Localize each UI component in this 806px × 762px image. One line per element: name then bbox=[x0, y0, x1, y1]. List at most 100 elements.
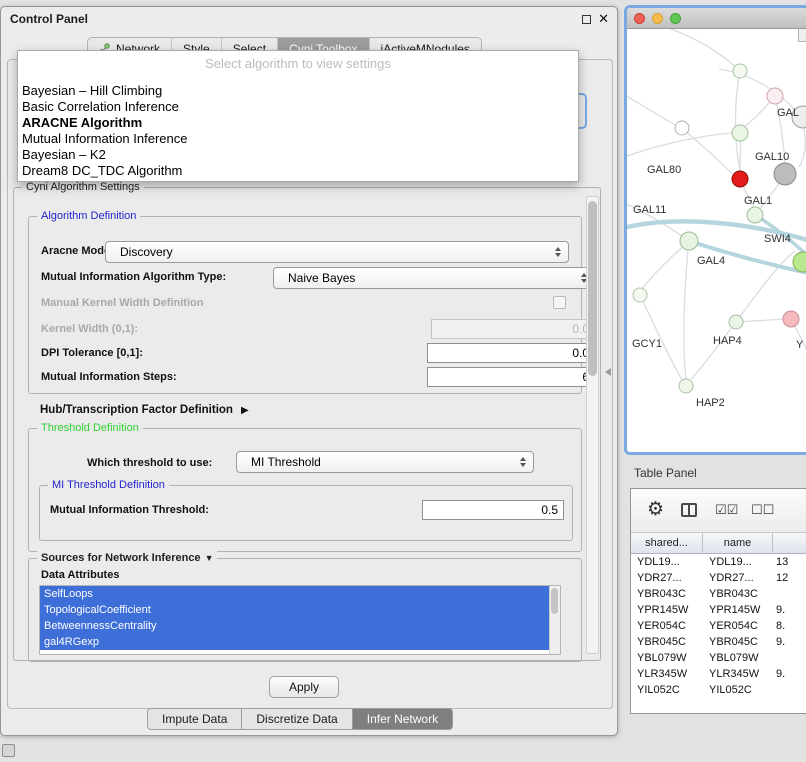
panel-splitter-collapse-icon[interactable] bbox=[605, 368, 611, 376]
which-threshold-select[interactable]: MI Threshold bbox=[236, 451, 534, 473]
data-attribute-item[interactable]: gal4RGexp bbox=[40, 634, 549, 650]
network-node-label: GAL4 bbox=[697, 255, 725, 267]
minimize-traffic-button[interactable] bbox=[652, 13, 663, 24]
mi-threshold-definition-title: MI Threshold Definition bbox=[48, 478, 169, 492]
table-row[interactable]: YPR145WYPR145W9. bbox=[631, 602, 806, 618]
deselect-all-checkboxes-icon[interactable]: ☐☐ bbox=[751, 502, 774, 518]
list-scrollbar[interactable] bbox=[549, 586, 560, 654]
table-row[interactable]: YBL079WYBL079W bbox=[631, 650, 806, 666]
dpi-tolerance-field[interactable]: 0.0 bbox=[427, 343, 595, 363]
apply-button[interactable]: Apply bbox=[269, 676, 339, 698]
manual-kernel-width-label: Manual Kernel Width Definition bbox=[41, 297, 203, 309]
network-node[interactable] bbox=[732, 171, 748, 187]
aracne-mode-label: Aracne Mode: bbox=[41, 245, 114, 257]
table-cell: 9. bbox=[773, 668, 806, 680]
close-icon[interactable]: ✕ bbox=[598, 11, 609, 27]
network-node[interactable] bbox=[733, 64, 747, 78]
kernel-width-label: Kernel Width (0,1): bbox=[41, 323, 138, 335]
network-node-label: GAL bbox=[777, 107, 799, 119]
hub-definition-toggle[interactable]: Hub/Transcription Factor Definition▶ bbox=[40, 404, 249, 416]
network-node[interactable] bbox=[767, 88, 783, 104]
scrollbar-corner[interactable] bbox=[798, 29, 806, 42]
cyni-algorithm-settings-group: Cyni Algorithm Settings Algorithm Defini… bbox=[13, 187, 601, 661]
mi-threshold-field[interactable]: 0.5 bbox=[422, 500, 564, 520]
network-node-label: GAL10 bbox=[755, 151, 789, 163]
table-row[interactable]: YIL052CYIL052C bbox=[631, 682, 806, 698]
network-view-window: GAL80GAL10GAL11GAL1SWI4GAL4GCY1HAP4HAP2G… bbox=[624, 5, 806, 455]
select-all-checkboxes-icon[interactable]: ☑☑ bbox=[715, 502, 738, 518]
data-attribute-item[interactable]: BetweennessCentrality bbox=[40, 618, 549, 634]
network-node-label: Y bbox=[796, 339, 804, 351]
table-row[interactable]: YBR045CYBR045C9. bbox=[631, 634, 806, 650]
table-header: shared...name bbox=[631, 533, 806, 554]
network-canvas[interactable]: GAL80GAL10GAL11GAL1SWI4GAL4GCY1HAP4HAP2G… bbox=[627, 29, 806, 452]
table-row[interactable]: YBR043CYBR043C bbox=[631, 586, 806, 602]
table-row[interactable]: YDR27...YDR27...12 bbox=[631, 570, 806, 586]
close-traffic-button[interactable] bbox=[634, 13, 645, 24]
table-cell: YPR145W bbox=[703, 604, 773, 616]
network-node-label: GAL1 bbox=[744, 195, 772, 207]
table-column-header[interactable] bbox=[773, 533, 806, 554]
algorithm-option[interactable]: Bayesian – K2 bbox=[18, 147, 578, 163]
restore-icon[interactable] bbox=[582, 15, 591, 24]
bottom-tab-impute-data[interactable]: Impute Data bbox=[147, 708, 242, 730]
bottom-tab-infer-network[interactable]: Infer Network bbox=[353, 708, 453, 730]
algorithm-option[interactable]: Mutual Information Inference bbox=[18, 131, 578, 147]
columns-icon[interactable] bbox=[681, 503, 697, 517]
algorithm-option[interactable]: Bayesian – Hill Climbing bbox=[18, 83, 578, 99]
list-scrollbar-thumb[interactable] bbox=[551, 588, 558, 614]
network-node[interactable] bbox=[732, 125, 748, 141]
gear-icon[interactable]: ⚙ bbox=[647, 498, 664, 521]
settings-scrollbar-thumb[interactable] bbox=[588, 201, 597, 376]
network-node-label: GCY1 bbox=[632, 338, 662, 350]
table-cell: YER054C bbox=[703, 620, 773, 632]
network-node[interactable] bbox=[747, 207, 763, 223]
table-cell: YIL052C bbox=[631, 684, 703, 696]
network-node[interactable] bbox=[774, 163, 796, 185]
collapsed-panel-icon[interactable] bbox=[2, 744, 15, 757]
network-graph: GAL80GAL10GAL11GAL1SWI4GAL4GCY1HAP4HAP2G… bbox=[627, 29, 806, 452]
sources-group-title[interactable]: Sources for Network Inference▼ bbox=[37, 551, 217, 565]
network-window-titlebar[interactable] bbox=[627, 8, 806, 29]
data-attribute-item[interactable]: TopologicalCoefficient bbox=[40, 602, 549, 618]
algorithm-option[interactable]: ARACNE Algorithm bbox=[18, 115, 578, 131]
algorithm-option[interactable]: Dream8 DC_TDC Algorithm bbox=[18, 163, 578, 179]
table-cell: YBR043C bbox=[631, 588, 703, 600]
table-row[interactable]: YDL19...YDL19...13 bbox=[631, 554, 806, 570]
table-cell: 9. bbox=[773, 636, 806, 648]
mi-steps-field[interactable]: 6 bbox=[427, 367, 595, 387]
threshold-definition-title: Threshold Definition bbox=[37, 421, 143, 435]
network-node-labels: GAL80GAL10GAL11GAL1SWI4GAL4GCY1HAP4HAP2G… bbox=[632, 107, 804, 409]
mi-algorithm-type-value: Naive Bayes bbox=[288, 271, 355, 285]
network-node[interactable] bbox=[783, 311, 799, 327]
table-column-header[interactable]: name bbox=[703, 533, 773, 554]
settings-scrollbar[interactable] bbox=[586, 196, 599, 654]
aracne-mode-select[interactable]: Discovery bbox=[105, 241, 569, 263]
network-node[interactable] bbox=[729, 315, 743, 329]
bottom-tab-discretize-data[interactable]: Discretize Data bbox=[242, 708, 352, 730]
network-node[interactable] bbox=[679, 379, 693, 393]
network-node-label: GAL11 bbox=[633, 204, 666, 216]
algorithm-option[interactable]: Basic Correlation Inference bbox=[18, 99, 578, 115]
table-row[interactable]: YLR345WYLR345W9. bbox=[631, 666, 806, 682]
data-attributes-list[interactable]: SelfLoopsTopologicalCoefficientBetweenne… bbox=[39, 585, 561, 655]
network-node[interactable] bbox=[633, 288, 647, 302]
zoom-traffic-button[interactable] bbox=[670, 13, 681, 24]
data-attribute-item[interactable]: SelfLoops bbox=[40, 586, 549, 602]
table-column-header[interactable]: shared... bbox=[631, 533, 703, 554]
table-row[interactable]: YER054CYER054C8. bbox=[631, 618, 806, 634]
table-cell: YER054C bbox=[631, 620, 703, 632]
algorithm-list: Bayesian – Hill ClimbingBasic Correlatio… bbox=[18, 83, 578, 179]
control-panel-titlebar[interactable]: Control Panel ✕ bbox=[1, 7, 617, 31]
mi-steps-label: Mutual Information Steps: bbox=[41, 371, 177, 383]
network-node[interactable] bbox=[675, 121, 689, 135]
table-cell: YPR145W bbox=[631, 604, 703, 616]
network-node[interactable] bbox=[680, 232, 698, 250]
control-panel-window: Control Panel ✕ NetworkStyleSelectCyni T… bbox=[0, 6, 618, 736]
table-cell: 9. bbox=[773, 604, 806, 616]
manual-kernel-width-checkbox[interactable] bbox=[553, 296, 566, 309]
network-node-label: HAP4 bbox=[713, 335, 742, 347]
kernel-width-field[interactable]: 0.0 bbox=[431, 319, 595, 339]
mi-algorithm-type-select[interactable]: Naive Bayes bbox=[273, 267, 595, 289]
combo-stepper-icon bbox=[517, 452, 529, 472]
